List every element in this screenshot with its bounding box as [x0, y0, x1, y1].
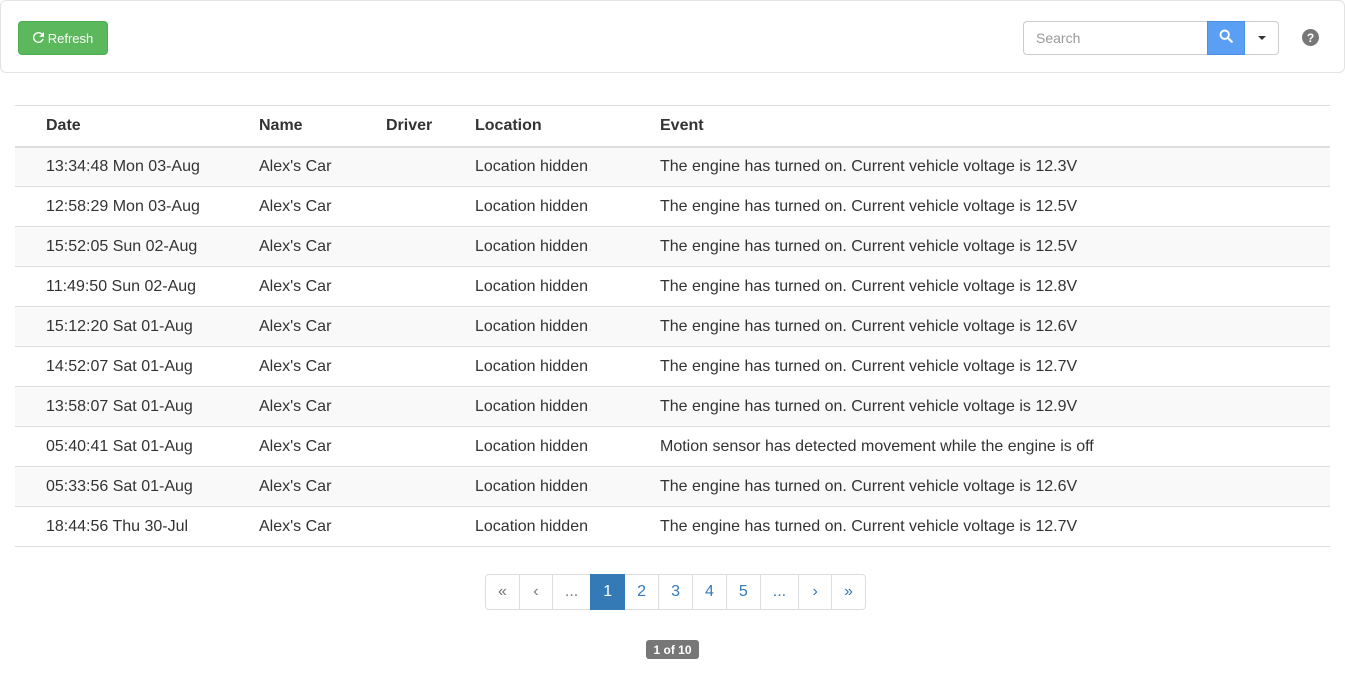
table-body: 13:34:48 Mon 03-Aug Alex's Car Location hi…: [15, 146, 1330, 547]
caret-down-icon: [1257, 36, 1266, 40]
cell-driver: [386, 386, 475, 427]
column-header-driver[interactable]: Driver: [386, 105, 475, 148]
refresh-button[interactable]: Refresh: [18, 21, 108, 55]
first-page-button[interactable]: «: [485, 574, 520, 610]
column-header-location[interactable]: Location: [475, 105, 660, 148]
search-options-dropdown[interactable]: [1245, 21, 1279, 55]
cell-date: 15:52:05 Sun 02-Aug: [15, 226, 259, 267]
cell-event: The engine has turned on. Current vehicl…: [660, 346, 1330, 387]
cell-location: Location hidden: [475, 226, 660, 267]
search-button[interactable]: [1207, 21, 1245, 55]
cell-name: Alex's Car: [259, 306, 386, 347]
table-header-row: Date Name Driver Location Event: [15, 105, 1330, 148]
cell-driver: [386, 186, 475, 227]
cell-name: Alex's Car: [259, 146, 386, 187]
search-input[interactable]: [1023, 21, 1207, 55]
prev-page-button[interactable]: ‹: [518, 574, 553, 610]
events-table: Date Name Driver Location Event 13:34:48…: [15, 105, 1330, 547]
column-header-date[interactable]: Date: [15, 105, 259, 148]
cell-event: Motion sensor has detected movement whil…: [660, 426, 1330, 467]
table-row[interactable]: 18:44:56 Thu 30-Jul Alex's Car Location hi…: [15, 506, 1330, 547]
cell-event: The engine has turned on. Current vehicl…: [660, 226, 1330, 267]
cell-date: 05:40:41 Sat 01-Aug: [15, 426, 259, 467]
cell-driver: [386, 426, 475, 467]
cell-location: Location hidden: [475, 306, 660, 347]
ellipsis-start[interactable]: ...: [551, 574, 592, 610]
table-row[interactable]: 05:33:56 Sat 01-Aug Alex's Car Location hi…: [15, 466, 1330, 507]
cell-driver: [386, 466, 475, 507]
refresh-icon: [32, 31, 44, 45]
cell-date: 12:58:29 Mon 03-Aug: [15, 186, 259, 227]
page-4-button[interactable]: 4: [691, 574, 727, 610]
cell-name: Alex's Car: [259, 346, 386, 387]
cell-location: Location hidden: [475, 146, 660, 187]
table-row[interactable]: 05:40:41 Sat 01-Aug Alex's Car Location hi…: [15, 426, 1330, 467]
page-status-badge: 1 of 10: [646, 640, 699, 659]
cell-driver: [386, 266, 475, 307]
cell-name: Alex's Car: [259, 386, 386, 427]
cell-date: 13:58:07 Sat 01-Aug: [15, 386, 259, 427]
cell-location: Location hidden: [475, 466, 660, 507]
cell-location: Location hidden: [475, 266, 660, 307]
cell-location: Location hidden: [475, 426, 660, 467]
search-icon: [1219, 29, 1233, 48]
cell-date: 14:52:07 Sat 01-Aug: [15, 346, 259, 387]
page-2-button[interactable]: 2: [624, 574, 660, 610]
cell-driver: [386, 506, 475, 547]
refresh-label: Refresh: [47, 30, 94, 46]
cell-driver: [386, 226, 475, 267]
cell-date: 15:12:20 Sat 01-Aug: [15, 306, 259, 347]
page-5-button[interactable]: 5: [725, 574, 761, 610]
table-row[interactable]: 12:58:29 Mon 03-Aug Alex's Car Location hi…: [15, 186, 1330, 227]
cell-date: 05:33:56 Sat 01-Aug: [15, 466, 259, 507]
cell-event: The engine has turned on. Current vehicl…: [660, 386, 1330, 427]
cell-date: 18:44:56 Thu 30-Jul: [15, 506, 259, 547]
ellipsis-end[interactable]: ...: [759, 574, 800, 610]
cell-date: 13:34:48 Mon 03-Aug: [15, 146, 259, 187]
cell-location: Location hidden: [475, 506, 660, 547]
cell-date: 11:49:50 Sun 02-Aug: [15, 266, 259, 307]
page-1-button[interactable]: 1: [590, 574, 626, 610]
cell-name: Alex's Car: [259, 466, 386, 507]
question-circle-icon[interactable]: ?: [1302, 29, 1319, 46]
cell-event: The engine has turned on. Current vehicl…: [660, 306, 1330, 347]
cell-location: Location hidden: [475, 346, 660, 387]
cell-event: The engine has turned on. Current vehicl…: [660, 146, 1330, 187]
next-page-button[interactable]: ›: [798, 574, 833, 610]
cell-event: The engine has turned on. Current vehicl…: [660, 266, 1330, 307]
column-header-name[interactable]: Name: [259, 105, 386, 148]
cell-driver: [386, 146, 475, 187]
table-row[interactable]: 15:52:05 Sun 02-Aug Alex's Car Location hi…: [15, 226, 1330, 267]
cell-name: Alex's Car: [259, 506, 386, 547]
table-row[interactable]: 11:49:50 Sun 02-Aug Alex's Car Location hi…: [15, 266, 1330, 307]
page-3-button[interactable]: 3: [658, 574, 693, 610]
cell-event: The engine has turned on. Current vehicl…: [660, 186, 1330, 227]
cell-event: The engine has turned on. Current vehicl…: [660, 466, 1330, 507]
search-group: [1023, 21, 1279, 55]
table-row[interactable]: 13:34:48 Mon 03-Aug Alex's Car Location hi…: [15, 146, 1330, 187]
cell-driver: [386, 306, 475, 347]
cell-name: Alex's Car: [259, 226, 386, 267]
cell-driver: [386, 346, 475, 387]
table-row[interactable]: 13:58:07 Sat 01-Aug Alex's Car Location hi…: [15, 386, 1330, 427]
pagination: «‹... 1 2 3 4 5... ›»: [485, 574, 867, 610]
cell-location: Location hidden: [475, 186, 660, 227]
toolbar: Refresh ?: [0, 0, 1345, 73]
cell-name: Alex's Car: [259, 426, 386, 467]
table-row[interactable]: 15:12:20 Sat 01-Aug Alex's Car Location hi…: [15, 306, 1330, 347]
cell-event: The engine has turned on. Current vehicl…: [660, 506, 1330, 547]
cell-location: Location hidden: [475, 386, 660, 427]
column-header-event[interactable]: Event: [660, 105, 1330, 148]
cell-name: Alex's Car: [259, 186, 386, 227]
cell-name: Alex's Car: [259, 266, 386, 307]
table-row[interactable]: 14:52:07 Sat 01-Aug Alex's Car Location hi…: [15, 346, 1330, 387]
last-page-button[interactable]: »: [831, 574, 867, 610]
